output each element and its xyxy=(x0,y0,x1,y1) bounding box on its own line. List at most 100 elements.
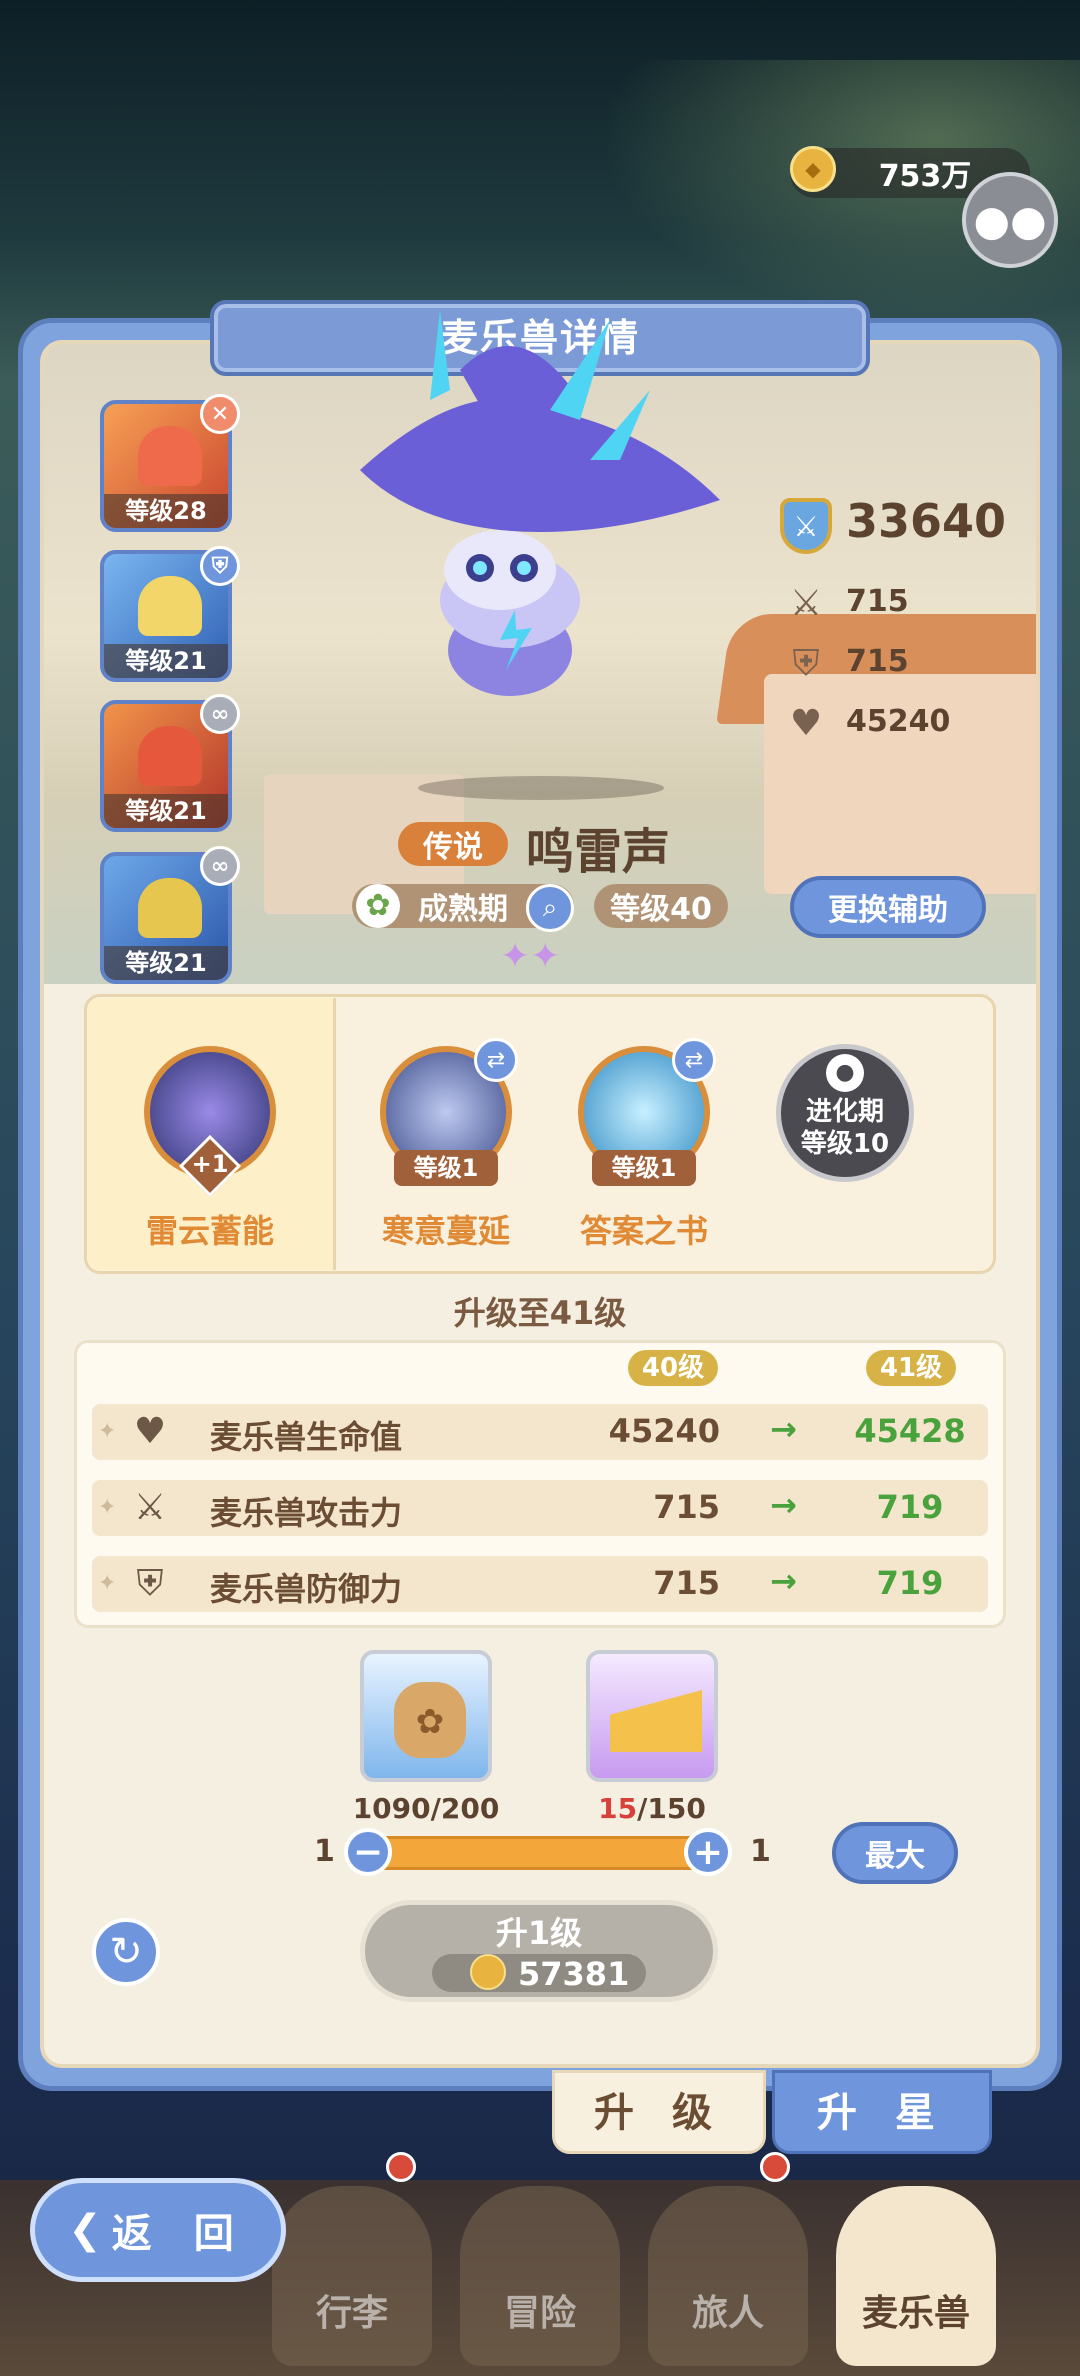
arrow-right-icon: → xyxy=(770,1486,797,1524)
currency-amount: 753万 xyxy=(878,159,972,194)
skill-name: 寒意蔓延 xyxy=(381,1212,510,1250)
heart-icon: ♥ xyxy=(133,1411,167,1452)
food-bag-icon: ✿ xyxy=(394,1682,466,1758)
nav-adventure[interactable]: 冒险 xyxy=(460,2186,620,2366)
heart-icon: ♥ xyxy=(789,703,823,744)
power-icon: ⚔ xyxy=(780,498,832,554)
row-old-value: 715 xyxy=(653,1488,720,1526)
chat-bubble-icon[interactable]: ●● xyxy=(962,172,1058,268)
shield-icon: ⛨ xyxy=(200,546,240,586)
assist-pet-level: 等级28 xyxy=(104,494,228,528)
tab-upgrade[interactable]: 升 级 xyxy=(552,2070,766,2154)
assist-pet-level: 等级21 xyxy=(104,946,228,980)
minus-button[interactable]: − xyxy=(344,1828,392,1876)
pet-figure xyxy=(138,426,202,486)
combat-power: 33640 xyxy=(846,494,1007,548)
sparkle-icon: ✦ xyxy=(98,1571,117,1596)
skill-plus-label: +1 xyxy=(191,1150,229,1178)
refresh-icon[interactable]: ↻ xyxy=(92,1918,160,1986)
hp-value: 45240 xyxy=(846,704,951,739)
back-button[interactable]: ❮ 返 回 xyxy=(30,2178,286,2282)
food-bag-have: 1090 xyxy=(352,1792,431,1825)
stage-label: 成熟期 xyxy=(418,892,508,927)
nav-label: 旅人 xyxy=(691,2293,764,2334)
row-new-value: 719 xyxy=(876,1564,944,1602)
pet-name: 鸣雷声 xyxy=(526,824,671,880)
zoom-icon[interactable]: ⌕ xyxy=(526,884,574,932)
locked-stage: 进化期 xyxy=(805,1097,884,1127)
skill-level: 等级1 xyxy=(394,1150,498,1186)
nav-travelers[interactable]: 旅人 xyxy=(648,2186,808,2366)
row-stat-name: 麦乐兽防御力 xyxy=(210,1570,403,1608)
swap-icon[interactable]: ⇄ xyxy=(474,1038,518,1082)
nav-label: 麦乐兽 xyxy=(861,2293,970,2334)
pet-shadow xyxy=(418,776,664,800)
link-icon: ∞ xyxy=(200,846,240,886)
notification-dot xyxy=(760,2152,790,2182)
sparkle-icon: ✦ xyxy=(98,1419,117,1444)
pet-illustration xyxy=(360,310,720,696)
skill-locked-text: 进化期 等级10 xyxy=(776,1096,914,1160)
assist-pet-level: 等级21 xyxy=(104,644,228,678)
coin-icon: ◆ xyxy=(790,146,836,192)
cheese-icon xyxy=(610,1690,702,1752)
pet-figure xyxy=(138,576,202,636)
link-icon: ∞ xyxy=(200,694,240,734)
swords-icon: ⚔ xyxy=(133,1487,167,1528)
row-old-value: 45240 xyxy=(608,1412,720,1450)
arrow-right-icon: → xyxy=(770,1410,797,1448)
food-bag-need: /200 xyxy=(430,1792,500,1825)
upgrade-button-label: 升1级 xyxy=(495,1914,583,1952)
nav-pets[interactable]: 麦乐兽 xyxy=(836,2186,996,2366)
back-label: 返 回 xyxy=(111,2211,248,2257)
cheese-item[interactable] xyxy=(586,1650,718,1782)
change-assist-button[interactable]: 更换辅助 xyxy=(790,876,986,938)
food-bag-count: 1090/200 xyxy=(326,1792,526,1825)
skill-name: 答案之书 xyxy=(579,1212,708,1250)
plus-button[interactable]: + xyxy=(684,1828,732,1876)
slider-max: 1 xyxy=(750,1834,771,1869)
shield-icon: ⛨ xyxy=(136,1563,164,1604)
row-new-value: 719 xyxy=(876,1488,944,1526)
notification-dot xyxy=(386,2152,416,2182)
from-level-tag: 40级 xyxy=(628,1350,718,1386)
upgrade-title: 升级至41级 xyxy=(453,1294,627,1332)
upgrade-cost-value: 57381 xyxy=(518,1955,630,1993)
shield-icon: ⛨ xyxy=(792,643,820,684)
swords-icon: ⚔ xyxy=(789,583,823,624)
arrow-right-icon: → xyxy=(770,1562,797,1600)
locked-level: 等级10 xyxy=(800,1129,890,1159)
chevron-left-icon: ❮ xyxy=(68,2207,102,2253)
swap-icon[interactable]: ⇄ xyxy=(672,1038,716,1082)
remove-icon[interactable]: ✕ xyxy=(200,394,240,434)
skill-name: 雷云蓄能 xyxy=(145,1212,274,1250)
nav-label: 冒险 xyxy=(503,2293,576,2334)
nav-luggage[interactable]: 行李 xyxy=(272,2186,432,2366)
to-level-tag: 41级 xyxy=(866,1350,956,1386)
pet-figure xyxy=(138,726,202,786)
nav-label: 行李 xyxy=(315,2293,388,2334)
coin-icon xyxy=(470,1954,506,1990)
level-slider[interactable] xyxy=(368,1836,712,1870)
star-icon: ✦✦ xyxy=(500,936,561,977)
rarity-badge: 传说 xyxy=(398,822,508,866)
tab-star-up[interactable]: 升 星 xyxy=(772,2070,992,2154)
food-bag-item[interactable]: ✿ xyxy=(360,1650,492,1782)
cheese-have: 15 xyxy=(598,1792,638,1825)
pet-figure xyxy=(138,878,202,938)
cheese-need: /150 xyxy=(637,1792,706,1825)
row-old-value: 715 xyxy=(653,1564,720,1602)
assist-pet-level: 等级21 xyxy=(104,794,228,828)
row-new-value: 45428 xyxy=(854,1412,966,1450)
skill-level: 等级1 xyxy=(592,1150,696,1186)
sparkle-icon: ✦ xyxy=(98,1495,117,1520)
pet-level-badge: 等级40 xyxy=(594,884,728,928)
defense-value: 715 xyxy=(846,644,909,679)
row-stat-name: 麦乐兽生命值 xyxy=(210,1418,403,1456)
row-stat-name: 麦乐兽攻击力 xyxy=(210,1494,403,1532)
lock-icon: ● xyxy=(826,1054,864,1092)
slider-min: 1 xyxy=(314,1834,335,1869)
cheese-count: 15/150 xyxy=(552,1792,752,1825)
max-button[interactable]: 最大 xyxy=(832,1822,958,1884)
flower-icon: ✿ xyxy=(356,884,400,928)
